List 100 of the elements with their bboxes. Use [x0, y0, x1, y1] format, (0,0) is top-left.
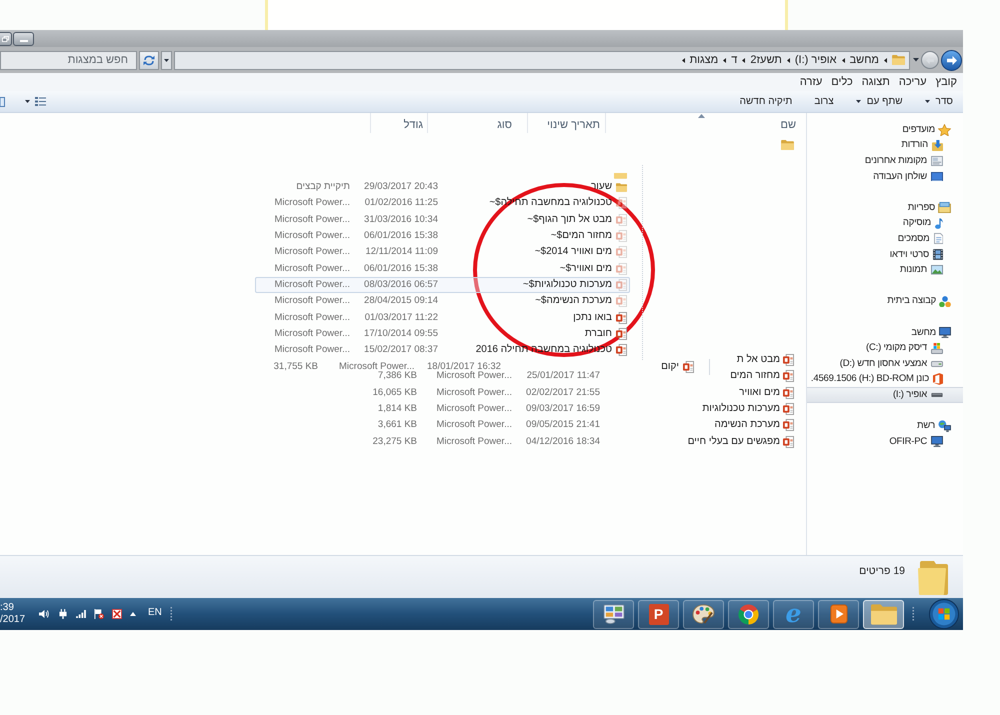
language-indicator[interactable]: EN — [148, 606, 162, 618]
column-header[interactable]: תאריך שינוי — [527, 113, 605, 133]
nav-item[interactable]: קבוצה ביתית — [887, 294, 963, 310]
file-size: 16,065 KB — [372, 386, 417, 399]
breadcrumb[interactable]: ד — [731, 54, 738, 66]
file-name[interactable]: בואו נתכן — [573, 312, 612, 324]
separator-arrow-icon[interactable] — [884, 58, 887, 62]
nav-item[interactable]: הורדות — [901, 138, 963, 154]
nav-item[interactable]: רשת — [917, 418, 963, 434]
toolbar-button[interactable]: צרוב — [807, 92, 841, 110]
taskbar-button[interactable] — [863, 600, 904, 628]
nav-item[interactable]: שולחן העבודה — [873, 168, 963, 184]
taskbar-button[interactable] — [728, 600, 769, 628]
presentation-file-icon — [683, 361, 694, 373]
nav-item[interactable]: מוסיקה — [902, 216, 963, 232]
clock-date[interactable]: /2017 — [0, 614, 26, 626]
caret-down-icon — [164, 58, 169, 62]
file-size: 31,755 KB — [274, 361, 318, 373]
address-dropdown-button[interactable] — [161, 50, 172, 70]
folder-down-arrow-icon — [932, 140, 943, 151]
taskbar-button[interactable] — [818, 600, 859, 628]
minimize-icon — [20, 40, 28, 42]
restore-button[interactable] — [0, 32, 12, 46]
file-type: Microsoft Power... — [274, 295, 350, 308]
file-name[interactable]: ~$מים ואוויר — [560, 262, 612, 275]
ring-logo-icon — [738, 604, 759, 624]
speaker-icon[interactable] — [39, 609, 49, 619]
power-plug-icon[interactable] — [59, 609, 67, 619]
column-header[interactable]: גודל — [370, 113, 427, 133]
separator-arrow-icon[interactable] — [742, 58, 746, 62]
folder-icon — [614, 173, 627, 179]
breadcrumb[interactable]: מחשב — [850, 54, 879, 66]
nav-item[interactable]: תמונות — [900, 262, 963, 278]
folder-icon — [892, 55, 905, 65]
date-modified: 08/03/2016 06:57 — [364, 278, 438, 291]
file-type: Microsoft Power... — [274, 262, 350, 275]
toolbar-button[interactable]: תיקיה חדשה — [732, 92, 800, 110]
date-modified: 06/01/2016 15:38 — [364, 262, 438, 275]
file-name[interactable]: ~$מערכת הנשימה — [535, 295, 612, 308]
clock-time[interactable]: :39 — [0, 602, 14, 614]
nav-item[interactable]: ספריות — [908, 200, 963, 216]
taskbar-button[interactable] — [593, 600, 634, 628]
file-name[interactable]: חוברת — [584, 328, 612, 340]
file-type: Microsoft Power... — [274, 230, 350, 242]
menu-item[interactable]: עריכה — [898, 76, 927, 88]
taskbar-button[interactable]: P — [638, 600, 679, 628]
file-name[interactable]: ~$מבט אל תוך הגוף — [527, 214, 612, 226]
file-name[interactable]: מערכת הנשימה — [714, 419, 780, 432]
toolbar-button[interactable]: שתף עם — [848, 92, 910, 110]
breadcrumb[interactable]: מצגות — [690, 54, 718, 66]
x-mark-window-icon[interactable] — [112, 609, 122, 619]
monitor-icon — [931, 436, 943, 448]
file-name[interactable]: מים ואוויר — [739, 386, 780, 399]
landscape-picture-icon — [931, 265, 943, 275]
file-name[interactable]: מחזור המים — [730, 370, 780, 382]
arrow-right-icon — [946, 56, 956, 64]
taskbar-button[interactable] — [683, 600, 724, 628]
date-modified: 09/03/2017 16:59 — [526, 403, 600, 416]
file-name[interactable]: ~$מחזור המים — [550, 230, 612, 242]
date-modified: 12/11/2014 11:09 — [365, 246, 438, 258]
date-modified: 01/03/2017 11:22 — [364, 312, 438, 324]
file-name[interactable]: ~$מים ואוויר 2014 — [534, 246, 612, 258]
nav-item[interactable]: מסמכים — [898, 231, 963, 247]
file-type: Microsoft Power... — [339, 361, 414, 372]
file-name[interactable]: מפגשים עם בעלי חיים — [688, 436, 780, 448]
file-name[interactable]: ~$מערכות טכנולוגיות — [522, 278, 612, 291]
nav-item[interactable]: מחשב — [911, 324, 963, 340]
flag-icon[interactable] — [94, 609, 104, 619]
caret-up-icon[interactable] — [130, 612, 136, 616]
grip-icon — [170, 607, 173, 621]
minimize-button[interactable] — [13, 32, 34, 46]
presentation-file-icon — [783, 403, 794, 416]
folder-icon — [781, 140, 794, 150]
nav-item[interactable]: מקומות אחרונים — [864, 153, 963, 169]
presentation-file-icon — [783, 386, 794, 399]
menu-item[interactable]: קובץ — [936, 76, 957, 88]
separator-arrow-icon[interactable] — [842, 58, 845, 62]
back-button[interactable] — [941, 50, 962, 70]
date-modified: 18/01/2017 16:32 — [427, 361, 501, 372]
file-name[interactable]: יקום — [661, 361, 679, 373]
breadcrumb[interactable]: תשעז2 — [750, 54, 782, 66]
menu-item[interactable]: עזרה — [800, 76, 822, 88]
refresh-button[interactable] — [139, 50, 159, 70]
menu-item[interactable]: תצוגה — [862, 76, 890, 88]
nav-item[interactable]: מועדפים — [902, 122, 963, 138]
nav-item[interactable]: OFIR-PC — [889, 434, 963, 450]
nav-item[interactable]: סרטי וידאו — [890, 246, 963, 262]
search-field[interactable]: חפש במצגות — [0, 50, 137, 70]
file-name[interactable]: מבט אל ת — [736, 354, 780, 366]
item-count: 19 פריטים — [859, 565, 905, 577]
column-header[interactable]: סוג — [427, 113, 527, 133]
menu-item[interactable]: כלים — [831, 76, 853, 88]
toolbar-button[interactable]: סדר — [918, 92, 960, 110]
file-name[interactable]: מערכות טכנולוגיות — [702, 403, 780, 416]
separator-arrow-icon[interactable] — [786, 58, 790, 62]
start-button[interactable] — [927, 598, 961, 630]
signal-bars-icon[interactable] — [76, 610, 86, 618]
file-name[interactable]: שעור — [590, 181, 612, 194]
separator-arrow-icon[interactable] — [682, 58, 685, 62]
separator-arrow-icon[interactable] — [723, 58, 726, 62]
